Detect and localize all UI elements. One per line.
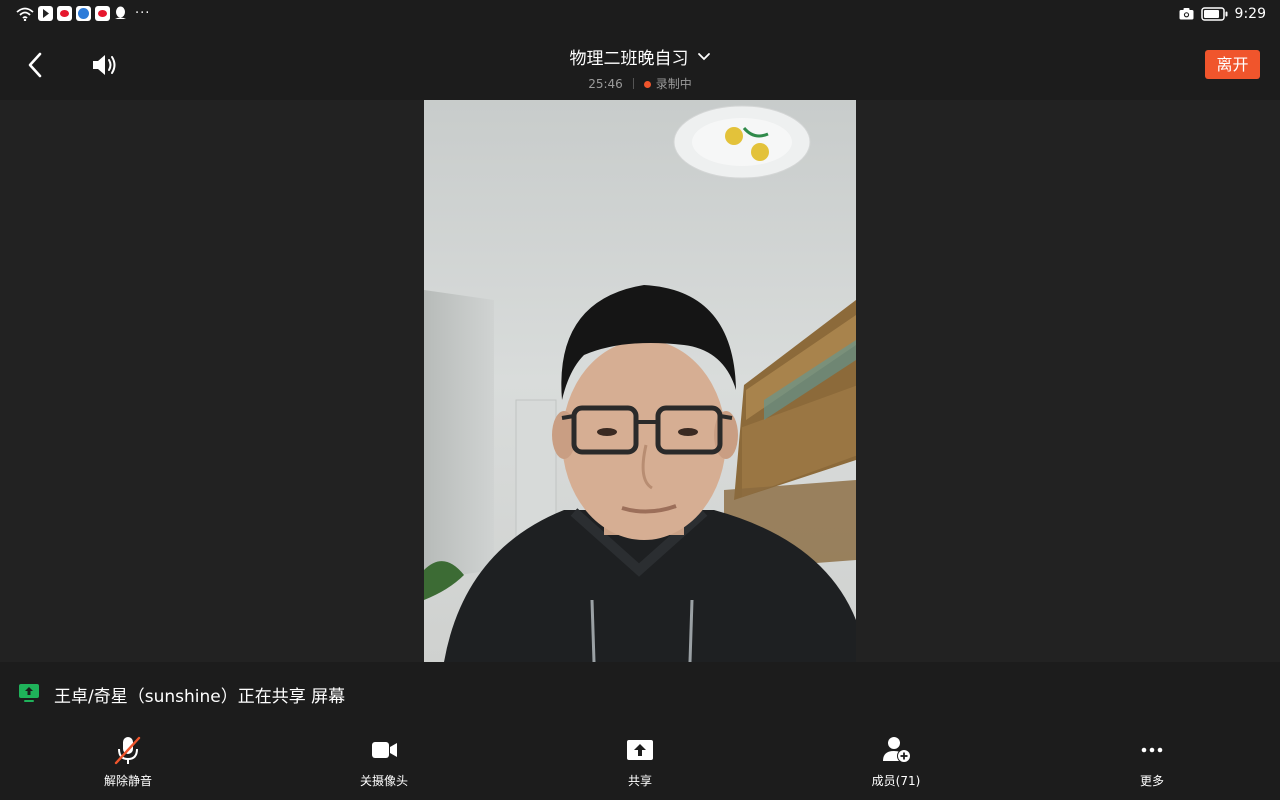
recording-status: 录制中: [643, 75, 692, 92]
meeting-status-row: 25:46 录制中: [0, 75, 1280, 92]
meeting-info: 物理二班晚自习 25:46 录制中: [0, 44, 1280, 92]
microphone-muted-icon: [114, 736, 141, 765]
meeting-title: 物理二班晚自习: [569, 49, 689, 69]
camera-off-button[interactable]: 关摄像头: [314, 734, 454, 789]
meeting-toolbar: 解除静音 关摄像头 共享 成员(71) 更多: [0, 724, 1280, 800]
unmute-button[interactable]: 解除静音: [58, 734, 198, 789]
meeting-header: 物理二班晚自习 25:46 录制中 离开: [0, 30, 1280, 100]
screen-share-icon: [19, 684, 39, 702]
weibo-icon: [95, 6, 110, 21]
screen-share-text: 王卓/奇星（sunshine）正在共享 屏幕: [54, 687, 346, 707]
more-notifications-icon: ···: [135, 6, 151, 21]
screen-share-banner[interactable]: 王卓/奇星（sunshine）正在共享 屏幕: [0, 662, 1280, 724]
divider: [632, 78, 634, 89]
wifi-icon: [16, 7, 34, 21]
status-bar: ··· 9:29: [0, 0, 1280, 30]
more-label: 更多: [1139, 774, 1164, 788]
share-screen-icon: [627, 740, 653, 760]
clock: 9:29: [1234, 6, 1266, 22]
members-button[interactable]: 成员(71): [826, 734, 966, 789]
video-camera-icon: [372, 742, 397, 758]
participant-video-image: [424, 100, 856, 662]
recording-label: 录制中: [655, 77, 692, 91]
elapsed-time: 25:46: [588, 76, 623, 91]
unmute-label: 解除静音: [103, 774, 152, 788]
status-bar-left: ···: [16, 6, 150, 21]
qq-icon: [115, 6, 126, 19]
meeting-title-dropdown[interactable]: 物理二班晚自习: [570, 44, 711, 69]
more-dots-icon: [1141, 747, 1163, 753]
battery-icon: [1200, 7, 1228, 21]
weibo-icon: [57, 6, 72, 21]
recording-dot-icon: [643, 81, 651, 88]
participant-video[interactable]: [424, 100, 856, 662]
share-label: 共享: [627, 774, 652, 788]
more-button[interactable]: 更多: [1082, 734, 1222, 789]
members-label: 成员(71): [871, 774, 921, 788]
notification-app-icon: [38, 6, 53, 21]
status-bar-right: 9:29: [1179, 6, 1266, 22]
leave-button[interactable]: 离开: [1205, 50, 1260, 79]
add-member-icon: [883, 737, 911, 763]
browser-icon: [76, 6, 91, 21]
camera-icon: [1179, 8, 1194, 20]
camera-off-label: 关摄像头: [359, 774, 408, 788]
chevron-down-icon: [697, 52, 710, 60]
video-area: [0, 100, 1280, 662]
share-button[interactable]: 共享: [570, 734, 710, 789]
